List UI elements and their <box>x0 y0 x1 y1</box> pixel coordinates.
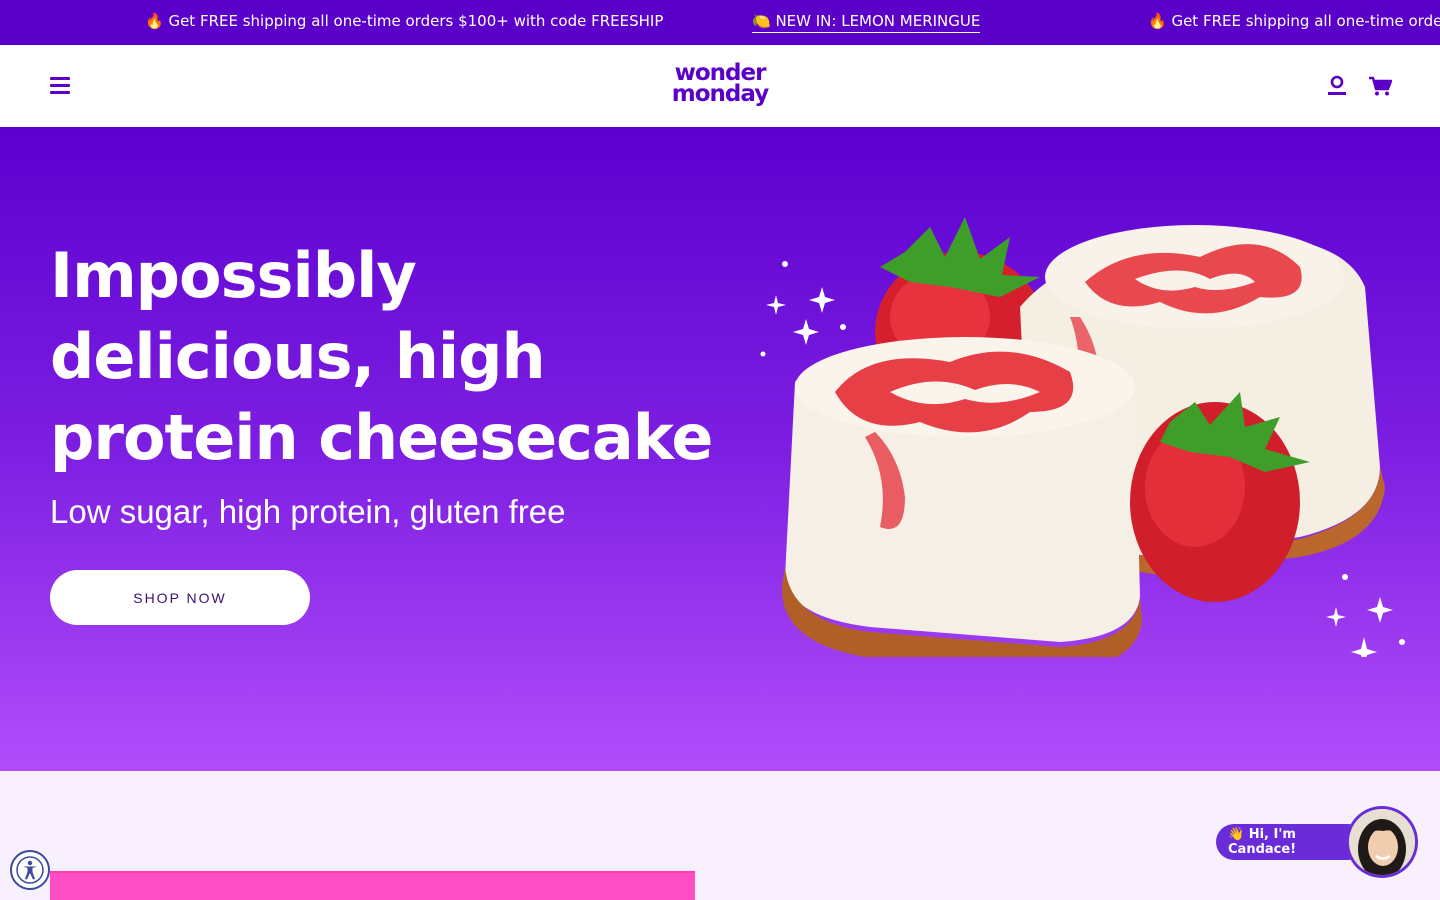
cart-icon[interactable] <box>1368 75 1393 97</box>
accessibility-icon[interactable] <box>10 850 50 890</box>
site-logo[interactable]: wonder monday <box>661 62 779 107</box>
cheesecake-front <box>781 337 1142 657</box>
menu-icon[interactable] <box>50 77 70 95</box>
chat-avatar[interactable] <box>1346 806 1418 878</box>
free-shipping-announcement: 🔥 Get FREE shipping all one-time orders … <box>145 12 664 30</box>
announcement-bar: 🔥 Get FREE shipping all one-time orders … <box>0 0 1440 45</box>
hero-title: Impossibly delicious, high protein chees… <box>50 239 713 474</box>
shop-now-button[interactable]: SHOP NOW <box>50 570 310 625</box>
free-shipping-announcement-repeat: 🔥 Get FREE shipping all one-time orde <box>1148 12 1440 30</box>
account-icon[interactable] <box>1326 75 1348 97</box>
site-header: wonder monday <box>0 45 1440 127</box>
logo-line-monday: monday <box>671 81 769 107</box>
chat-greeting-button[interactable]: 👋 Hi, I'm Candace! <box>1216 824 1366 860</box>
new-lemon-meringue-link[interactable]: 🍋 NEW IN: LEMON MERINGUE <box>752 12 981 33</box>
hero-subtitle: Low sugar, high protein, gluten free <box>50 493 566 530</box>
section-accent-bar <box>50 871 695 900</box>
hero-banner: Impossibly delicious, high protein chees… <box>0 127 1440 771</box>
cheesecake-image <box>760 217 1405 657</box>
